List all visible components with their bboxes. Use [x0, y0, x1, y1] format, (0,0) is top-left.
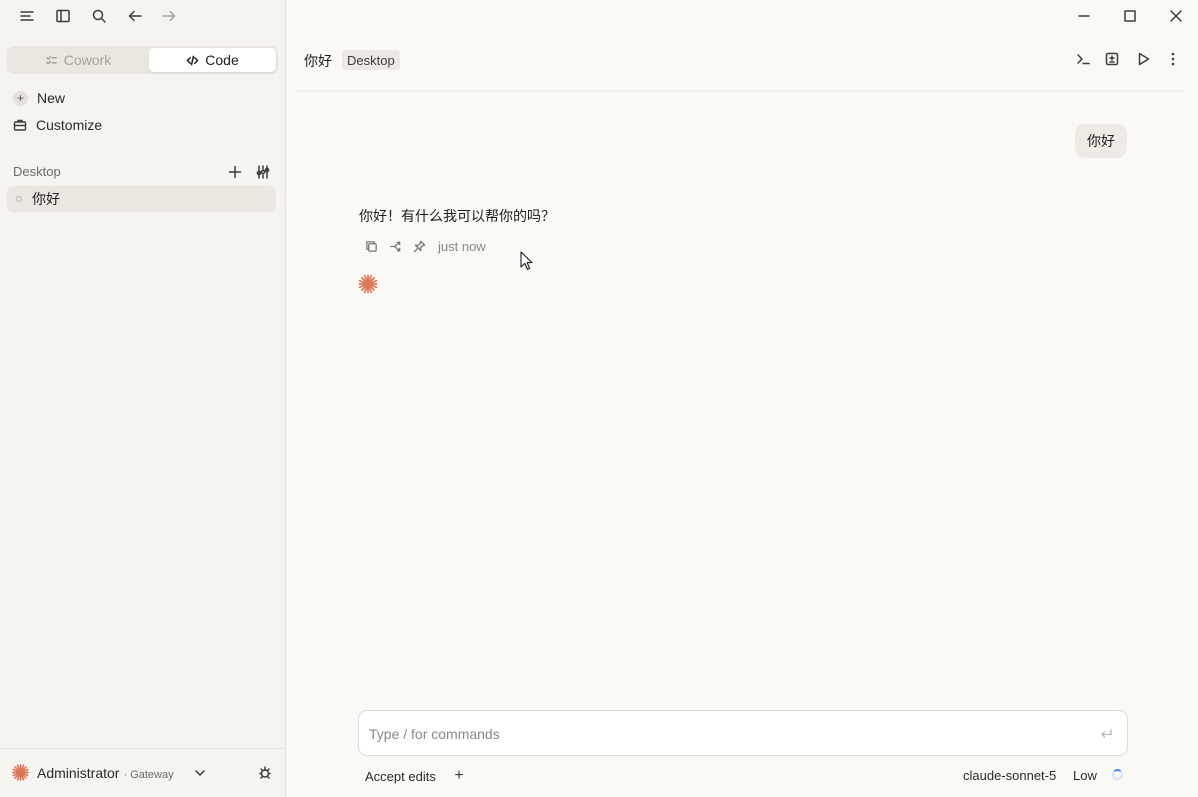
plus-icon: +	[13, 90, 28, 106]
tab-cowork[interactable]: Cowork	[9, 48, 147, 72]
forward-arrow-icon[interactable]	[157, 4, 181, 28]
cowork-icon	[45, 55, 57, 64]
effort-selector[interactable]: Low	[1073, 768, 1097, 783]
loading-spinner-icon	[1112, 769, 1123, 780]
more-options-icon[interactable]	[1161, 47, 1185, 71]
composer	[358, 710, 1128, 756]
model-selector[interactable]: claude-sonnet-5	[963, 768, 1056, 783]
terminal-icon[interactable]	[1071, 47, 1095, 71]
debug-bug-icon[interactable]	[253, 761, 277, 785]
pin-icon[interactable]	[410, 237, 428, 255]
user-profile-row[interactable]: Administrator · Gateway	[0, 748, 285, 797]
add-context-icon[interactable]: +	[452, 766, 466, 786]
maximize-icon[interactable]	[1118, 4, 1142, 28]
user-org: · Gateway	[123, 769, 174, 781]
search-icon[interactable]	[87, 4, 111, 28]
user-message-bubble: 你好	[1075, 124, 1127, 158]
tab-code-label: Code	[205, 52, 239, 68]
workspace-tag[interactable]: Desktop	[342, 50, 400, 70]
sidebar-item-session[interactable]: 你好	[7, 186, 276, 212]
message-input[interactable]	[369, 723, 1069, 745]
message-timestamp: just now	[438, 238, 486, 254]
mode-toggle: Cowork Code	[7, 46, 278, 74]
sidebar: Cowork Code + New Customize Desktop 你好 A…	[0, 0, 286, 797]
header-divider	[295, 90, 1182, 92]
status-dot-icon	[16, 196, 22, 202]
avatar	[12, 764, 29, 781]
copy-icon[interactable]	[362, 237, 380, 255]
accept-edits-button[interactable]: Accept edits	[365, 766, 436, 786]
add-session-icon[interactable]	[223, 160, 247, 184]
main-panel: 你好 Desktop 你好 你好！有什么我可以帮你的吗？ just now Ty…	[287, 0, 1198, 797]
tab-code[interactable]: Code	[149, 48, 276, 72]
customize-label: Customize	[36, 117, 103, 133]
play-icon[interactable]	[1131, 47, 1155, 71]
briefcase-icon	[13, 119, 27, 131]
message-actions: just now	[362, 237, 486, 255]
mouse-cursor-icon	[520, 251, 533, 270]
section-label-desktop: Desktop	[13, 164, 61, 179]
diff-icon[interactable]	[1100, 47, 1124, 71]
minimize-icon[interactable]	[1072, 4, 1096, 28]
user-name-text: Administrator	[37, 765, 120, 781]
tab-cowork-label: Cowork	[63, 52, 112, 68]
page-title: 你好	[304, 53, 332, 69]
filter-settings-icon[interactable]	[251, 160, 275, 184]
assistant-message: 你好！有什么我可以帮你的吗？	[359, 208, 555, 224]
chevron-down-icon[interactable]	[188, 761, 212, 785]
branch-icon[interactable]	[386, 237, 404, 255]
user-name: Administrator · Gateway	[37, 765, 174, 781]
session-title: 你好	[32, 191, 60, 207]
new-label: New	[37, 90, 66, 106]
back-arrow-icon[interactable]	[123, 4, 147, 28]
close-icon[interactable]	[1164, 4, 1188, 28]
sidebar-toggle-icon[interactable]	[51, 4, 75, 28]
menu-icon[interactable]	[15, 4, 39, 28]
enter-icon[interactable]	[1099, 727, 1113, 741]
new-session-button[interactable]: + New	[13, 87, 65, 109]
code-icon	[186, 55, 199, 65]
customize-button[interactable]: Customize	[13, 114, 102, 136]
claude-spark-icon	[358, 274, 378, 294]
